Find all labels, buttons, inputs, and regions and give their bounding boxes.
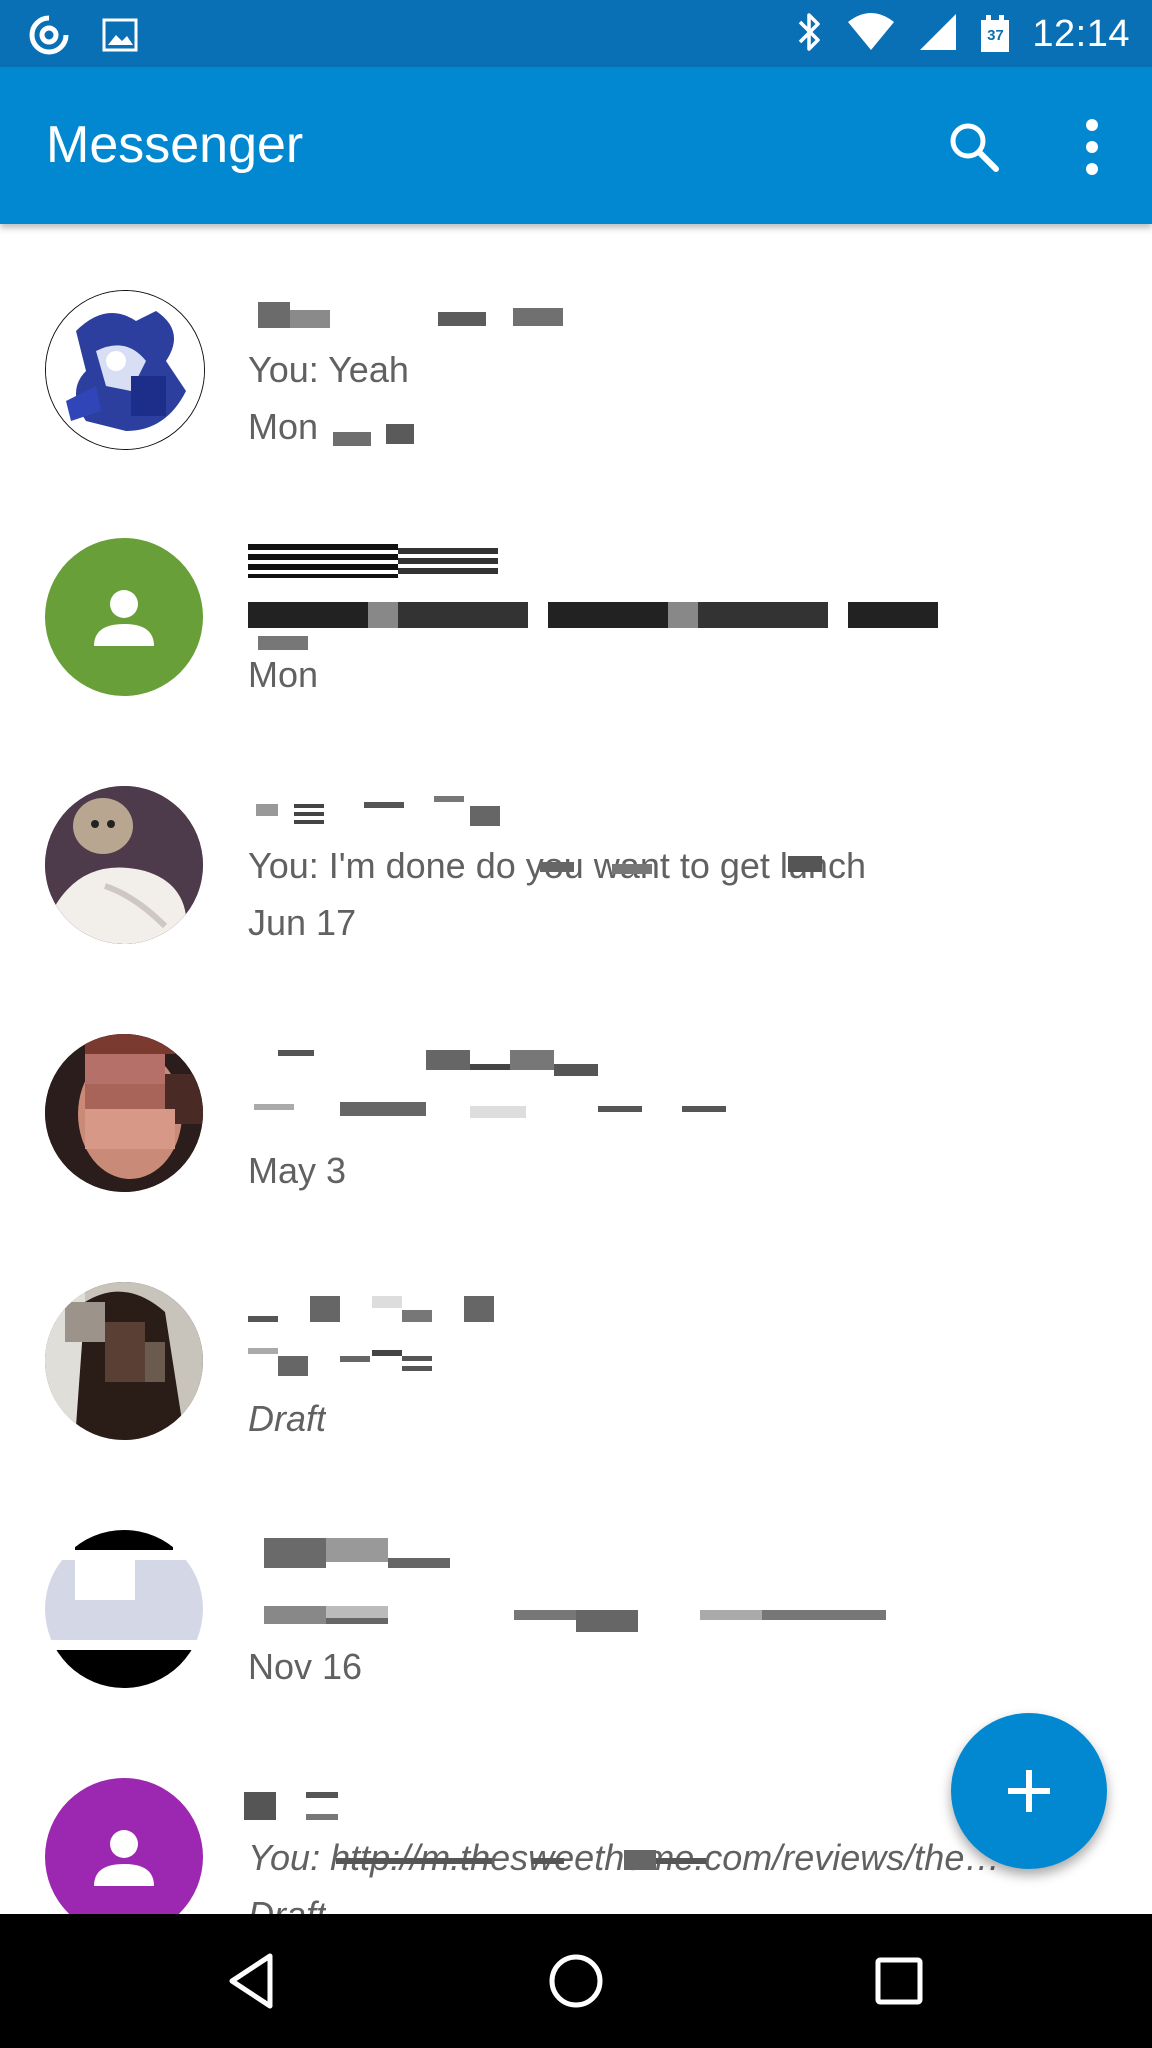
conversation-row[interactable]: Draft (0, 1216, 1152, 1464)
wifi-icon (846, 12, 896, 57)
avatar (45, 538, 203, 696)
conversation-row[interactable]: Mon (0, 472, 1152, 720)
app-bar: Messenger (0, 67, 1152, 224)
conversation-row[interactable]: May 3 (0, 968, 1152, 1216)
conversation-row[interactable]: You: I'm done do you want to get lunch J… (0, 720, 1152, 968)
calendar-day: 37 (987, 27, 1004, 44)
person-icon (94, 590, 154, 646)
home-button[interactable] (541, 1946, 611, 2016)
conversation-row[interactable]: You: Yeah Mon (0, 224, 1152, 472)
add-icon (1008, 1770, 1050, 1812)
back-button[interactable] (218, 1946, 288, 2016)
sync-icon (26, 12, 72, 63)
avatar (45, 1778, 203, 1914)
conversation-time: Nov 16 (248, 1646, 363, 1687)
page-title: Messenger (46, 116, 304, 174)
conversation-time: Jun 17 (248, 902, 357, 943)
clock: 12:14 (1032, 12, 1130, 55)
avatar (45, 290, 205, 450)
avatar (45, 1034, 203, 1192)
avatar (45, 1530, 203, 1688)
conversation-time: Mon (248, 654, 319, 695)
more-vert-icon (1086, 119, 1098, 175)
recents-icon (875, 1957, 923, 2005)
bluetooth-icon (796, 11, 824, 58)
new-conversation-button[interactable] (951, 1713, 1107, 1869)
recents-button[interactable] (864, 1946, 934, 2016)
conversation-snippet: You: Yeah (248, 349, 409, 390)
person-icon (94, 1830, 154, 1886)
conversation-list: You: Yeah Mon Mon You: I'm done do to ge… (0, 224, 1152, 1914)
conversation-time: Mon (248, 406, 319, 447)
status-bar: 37 12:14 (0, 0, 1152, 67)
signal-icon (918, 12, 958, 57)
conversation-time: Draft (248, 1894, 326, 1914)
image-icon (102, 18, 138, 57)
home-icon (549, 1954, 603, 2008)
avatar (45, 1282, 203, 1440)
conversation-row[interactable]: Nov 16 (0, 1464, 1152, 1712)
search-icon (950, 123, 999, 172)
more-options-button[interactable] (1064, 115, 1120, 179)
back-icon (229, 1953, 273, 2009)
avatar (45, 786, 203, 944)
conversation-time: Draft (248, 1398, 327, 1439)
conversation-time: May 3 (248, 1150, 347, 1191)
navigation-bar (0, 1914, 1152, 2048)
calendar-icon: 37 (980, 14, 1010, 54)
search-button[interactable] (946, 119, 1002, 175)
